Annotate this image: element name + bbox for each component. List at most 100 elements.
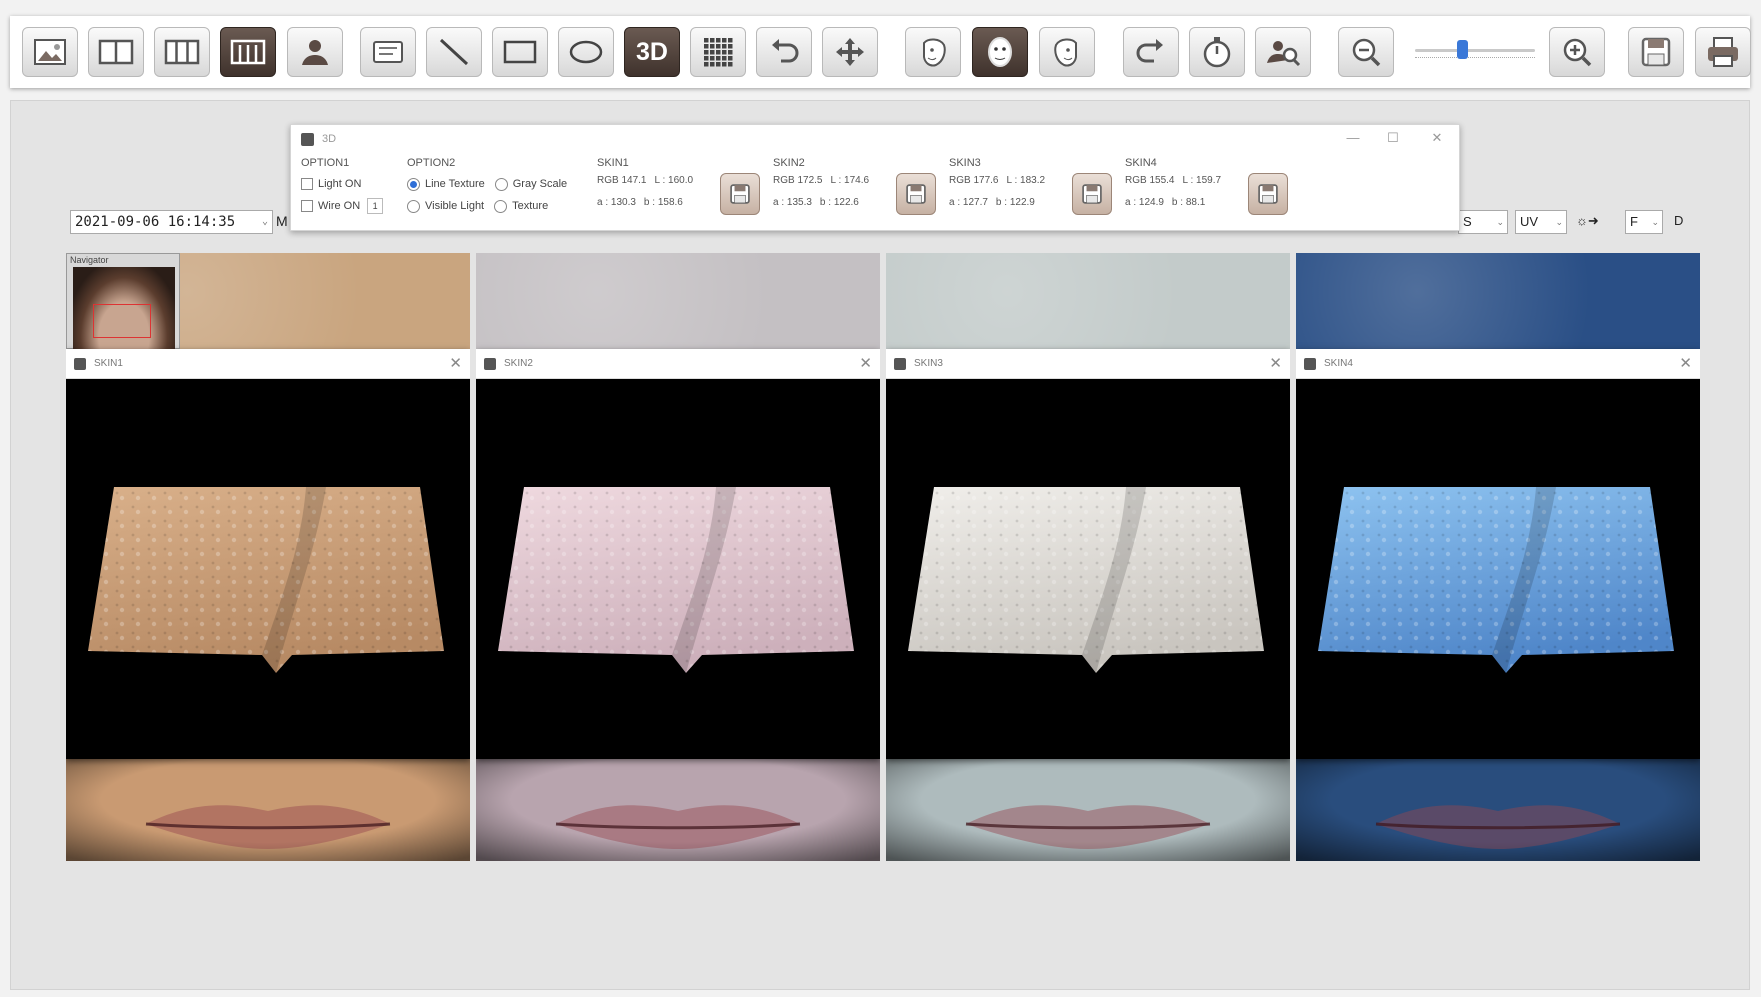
face-right-button[interactable] [1039, 27, 1095, 77]
window-title: SKIN4 [1324, 358, 1353, 369]
dialog-title: 3D [322, 133, 337, 145]
wire-on-checkbox[interactable]: Wire ON 1 [301, 195, 384, 217]
b-value: b : 122.6 [819, 197, 859, 208]
wire-value-select[interactable]: 1 [367, 198, 384, 214]
lips-image[interactable] [886, 759, 1290, 861]
annotation-button[interactable] [360, 27, 416, 77]
3d-surface-render[interactable] [66, 379, 470, 759]
skin-image-top [1296, 253, 1700, 349]
skin-save-button[interactable] [720, 173, 760, 215]
3d-surface-render[interactable] [476, 379, 880, 759]
skin-save-button[interactable] [1072, 173, 1112, 215]
datetime-value: 2021-09-06 16:14:35 [75, 214, 236, 230]
3d-icon: 3D [636, 37, 668, 66]
skin-label: SKIN2 [773, 157, 805, 169]
window-titlebar: SKIN3 ✕ [886, 349, 1290, 379]
zoom-slider[interactable] [1415, 38, 1535, 64]
b-value: b : 122.9 [995, 197, 1035, 208]
save-button[interactable] [1628, 27, 1684, 77]
texture-label: Texture [512, 200, 549, 212]
rgb-value: RGB 155.4 [1125, 175, 1175, 186]
brightness-button[interactable]: ☼➜ [1572, 210, 1618, 234]
line-tool-button[interactable] [426, 27, 482, 77]
floppy-icon [730, 184, 750, 204]
skin-save-button[interactable] [896, 173, 936, 215]
datetime-select[interactable]: 2021-09-06 16:14:35 ⌄ [70, 210, 273, 234]
floppy-icon [1082, 184, 1102, 204]
line-texture-radio[interactable]: Line Texture [407, 173, 485, 195]
flag-select[interactable]: F ⌄ [1625, 210, 1663, 234]
rect-tool-button[interactable] [492, 27, 548, 77]
rectangle-icon [503, 40, 537, 64]
lips-image[interactable] [66, 759, 470, 861]
visible-light-radio[interactable]: Visible Light [407, 195, 484, 217]
mode-select[interactable]: S ⌄ [1458, 210, 1508, 234]
skin-save-button[interactable] [1248, 173, 1288, 215]
profile-button[interactable] [287, 27, 343, 77]
3d-view-button[interactable]: 3D [624, 27, 680, 77]
maximize-icon[interactable]: ☐ [1383, 130, 1403, 146]
close-icon[interactable]: ✕ [859, 354, 872, 372]
lips-shape [1296, 759, 1700, 861]
a-value: a : 127.7 [949, 197, 988, 208]
zoom-in-button[interactable] [1549, 27, 1605, 77]
user-search-button[interactable] [1255, 27, 1311, 77]
undo-button[interactable] [756, 27, 812, 77]
floppy-icon [906, 184, 926, 204]
picture-icon [34, 39, 66, 65]
skin-label: SKIN3 [949, 157, 981, 169]
navigator-roi[interactable] [93, 304, 151, 338]
radio-circle [494, 199, 508, 213]
option2-group: OPTION2 Line Texture Gray Scale Visible L… [407, 157, 577, 217]
grid-button[interactable] [690, 27, 746, 77]
split-3-button[interactable] [154, 27, 210, 77]
skin-panel: SKIN2 ✕ [476, 253, 880, 861]
move-button[interactable] [822, 27, 878, 77]
3d-surface-render[interactable] [1296, 379, 1700, 759]
texture-radio[interactable]: Texture [494, 195, 548, 217]
note-icon [373, 41, 403, 63]
close-icon[interactable]: ✕ [1269, 354, 1282, 372]
line-texture-label: Line Texture [425, 178, 485, 190]
l-value: L : 174.6 [830, 175, 870, 186]
d-button[interactable]: D [1670, 210, 1694, 234]
timer-button[interactable] [1189, 27, 1245, 77]
skin-value-group: SKIN3 RGB 177.6 L : 183.2 a : 127.7 b : 12… [949, 157, 1119, 227]
gray-scale-radio[interactable]: Gray Scale [494, 173, 568, 195]
person-icon [302, 40, 328, 65]
gray-scale-label: Gray Scale [512, 178, 568, 190]
move-icon [836, 38, 864, 66]
two-pane-icon [98, 39, 134, 65]
3d-surface-render[interactable] [886, 379, 1290, 759]
close-icon[interactable]: ✕ [1427, 130, 1447, 146]
skin-image-top [886, 253, 1290, 349]
app-icon [894, 358, 906, 370]
chevron-down-icon: ⌄ [261, 216, 268, 227]
skin-image-top [476, 253, 880, 349]
light-on-checkbox[interactable]: Light ON [301, 173, 383, 195]
split-4-button[interactable] [220, 27, 276, 77]
app-icon [484, 358, 496, 370]
close-icon[interactable]: ✕ [449, 354, 462, 372]
image-view-button[interactable] [22, 27, 78, 77]
lips-image[interactable] [1296, 759, 1700, 861]
split-2-button[interactable] [88, 27, 144, 77]
navigator[interactable]: Navigator [66, 253, 180, 349]
face-front-button[interactable] [972, 27, 1028, 77]
ellipse-tool-button[interactable] [558, 27, 614, 77]
three-pane-icon [164, 39, 200, 65]
face-front-icon [988, 37, 1012, 67]
zoom-out-button[interactable] [1338, 27, 1394, 77]
redo-button[interactable] [1123, 27, 1179, 77]
light-select[interactable]: UV ⌄ [1515, 210, 1567, 234]
3d-options-dialog: 3D — ☐ ✕ OPTION1 Light ON Wire ON 1 OPTIO… [290, 124, 1460, 231]
l-value: L : 183.2 [1006, 175, 1046, 186]
main-toolbar: 3D [10, 16, 1751, 88]
close-icon[interactable]: ✕ [1679, 354, 1692, 372]
lips-image[interactable] [476, 759, 880, 861]
print-button[interactable] [1695, 27, 1751, 77]
face-left-button[interactable] [905, 27, 961, 77]
ellipse-icon [569, 40, 603, 64]
minimize-icon[interactable]: — [1343, 130, 1363, 145]
zoom-thumb[interactable] [1457, 40, 1468, 59]
